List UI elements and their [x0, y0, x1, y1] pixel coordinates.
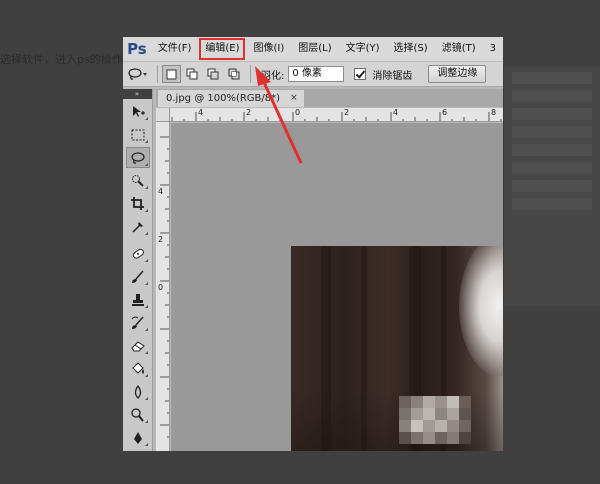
eyedropper-tool[interactable] [126, 216, 150, 237]
marquee-icon [131, 129, 144, 140]
tools-panel: » [123, 89, 153, 451]
history-brush-icon [131, 316, 144, 329]
menu-layer[interactable]: 图层(L) [291, 37, 338, 61]
intersect-selection-button[interactable] [225, 65, 244, 83]
pixelated-area [399, 396, 471, 444]
move-icon [132, 105, 145, 117]
tools-panel-grip[interactable]: » [123, 89, 152, 99]
new-selection-button[interactable] [162, 65, 181, 83]
crop-tool[interactable] [126, 193, 150, 214]
ruler-label: 4 [393, 108, 399, 117]
ruler-label: 0 [295, 108, 301, 117]
menu-select[interactable]: 选择(S) [387, 37, 435, 61]
clone-stamp-icon [131, 293, 144, 306]
history-brush-tool[interactable] [126, 312, 150, 333]
paint-bucket-icon [131, 361, 144, 374]
blur-icon [134, 384, 141, 399]
document-tab[interactable]: 0.jpg @ 100%(RGB/8*) × [158, 90, 304, 107]
tool-preset-picker[interactable] [123, 61, 153, 87]
ruler-label: 2 [158, 235, 164, 244]
subtract-from-selection-icon [207, 68, 219, 80]
pen-icon [133, 431, 142, 444]
menu-type[interactable]: 文字(Y) [339, 37, 387, 61]
refine-edge-button[interactable]: 调整边缘 [428, 65, 487, 83]
ruler-origin[interactable] [156, 108, 170, 122]
ruler-label: 0 [158, 283, 164, 292]
lasso-tool[interactable] [125, 147, 150, 168]
background-panel [503, 66, 600, 306]
new-selection-icon [166, 69, 177, 79]
anti-alias-checkbox[interactable] [354, 68, 367, 80]
menu-file[interactable]: 文件(F) [151, 37, 199, 61]
ruler-label: 6 [442, 108, 448, 117]
separator [250, 65, 251, 83]
menu-bar: Ps 文件(F) 编辑(E) 图像(I) 图层(L) 文字(Y) 选择(S) 滤… [123, 37, 503, 61]
quick-selection-icon [131, 174, 144, 187]
subtract-from-selection-button[interactable] [204, 65, 223, 83]
healing-brush-icon [132, 248, 144, 259]
blur-tool[interactable] [126, 381, 150, 402]
move-tool[interactable] [126, 101, 150, 122]
background-page-text: 选择软件，进入ps的操作 [0, 53, 123, 66]
menu-3d[interactable]: 3 [483, 37, 503, 61]
photoshop-window: Ps 文件(F) 编辑(E) 图像(I) 图层(L) 文字(Y) 选择(S) 滤… [123, 37, 503, 451]
canvas-area[interactable] [171, 123, 503, 451]
photo-image [291, 246, 503, 451]
quick-selection-tool[interactable] [126, 170, 150, 191]
document-tab-bar: 0.jpg @ 100%(RGB/8*) × [156, 89, 503, 107]
menu-filter[interactable]: 滤镜(T) [435, 37, 483, 61]
document-tab-title: 0.jpg @ 100%(RGB/8*) [166, 93, 281, 104]
ruler-label: 2 [246, 108, 252, 117]
options-bar: 羽化: 0 像素 消除锯齿 调整边缘 [123, 61, 503, 87]
marquee-tool[interactable] [126, 124, 150, 145]
crop-icon [130, 196, 144, 210]
dodge-icon [130, 407, 144, 422]
horizontal-ruler[interactable]: 4 2 0 2 4 6 8 [170, 108, 503, 122]
lasso-icon [128, 68, 147, 80]
pen-tool[interactable] [126, 427, 150, 448]
ruler-label: 4 [158, 187, 164, 196]
separator [157, 65, 158, 83]
dodge-tool[interactable] [126, 404, 150, 425]
close-icon[interactable]: × [290, 90, 298, 107]
feather-input[interactable]: 0 像素 [288, 66, 345, 82]
feather-label: 羽化: [261, 70, 285, 82]
ruler-label: 4 [198, 108, 204, 117]
eraser-icon [130, 340, 145, 351]
healing-brush-tool[interactable] [126, 243, 150, 264]
add-to-selection-icon [186, 68, 198, 80]
paint-bucket-tool[interactable] [126, 358, 150, 379]
ruler-label: 8 [491, 108, 497, 117]
eraser-tool[interactable] [126, 335, 150, 356]
menu-edit[interactable]: 编辑(E) [198, 37, 246, 61]
add-to-selection-button[interactable] [183, 65, 202, 83]
clone-stamp-tool[interactable] [126, 289, 150, 310]
vertical-ruler[interactable]: 4 2 0 [156, 122, 170, 451]
ruler-label: 2 [344, 108, 350, 117]
intersect-selection-icon [228, 68, 240, 80]
eyedropper-icon [131, 221, 143, 233]
menu-image[interactable]: 图像(I) [246, 37, 291, 61]
brush-icon [131, 270, 144, 283]
lasso-icon [130, 151, 145, 164]
anti-alias-label: 消除锯齿 [372, 70, 413, 82]
brush-tool[interactable] [126, 266, 150, 287]
horizontal-ruler-ticks [171, 112, 502, 121]
app-logo: Ps [127, 40, 147, 58]
